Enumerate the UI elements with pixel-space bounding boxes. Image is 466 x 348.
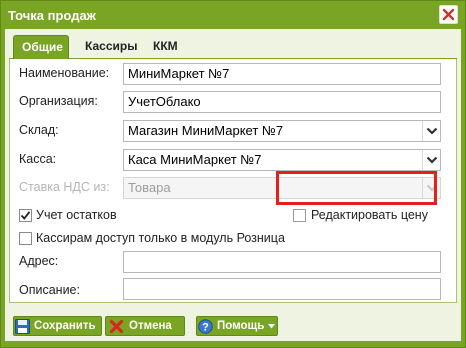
edit-price-checkbox[interactable]: [293, 209, 306, 222]
cashdesk-label: Касса:: [19, 152, 57, 166]
vat-value: Товара: [128, 180, 171, 195]
help-button-label: Помощь: [217, 320, 265, 332]
save-button[interactable]: Сохранить: [13, 316, 102, 336]
description-field[interactable]: [123, 278, 441, 300]
help-question-icon: ?: [198, 317, 213, 335]
dropdown-arrow-icon: [268, 320, 276, 332]
address-field[interactable]: [123, 251, 441, 273]
checkmark-icon: [20, 211, 31, 220]
edit-price-label: Редактировать цену: [311, 208, 428, 222]
cashdesk-value: Каса МиниМаркет №7: [128, 152, 262, 167]
warehouse-select[interactable]: Магазин МиниМаркет №7: [123, 120, 441, 142]
organization-label: Организация:: [19, 94, 98, 108]
tab-kkm[interactable]: ККМ: [145, 35, 186, 59]
tab-strip: Общие Кассиры ККМ: [9, 35, 457, 59]
cancel-button[interactable]: Отмена: [105, 316, 185, 336]
warehouse-label: Склад:: [19, 123, 59, 137]
floppy-disk-icon: [15, 317, 30, 335]
retail-only-checkbox[interactable]: [19, 232, 32, 245]
dialog-title: Точка продаж: [8, 7, 96, 23]
cashdesk-select[interactable]: Каса МиниМаркет №7: [123, 149, 441, 171]
annotation-highlight-box: [276, 171, 437, 205]
close-button[interactable]: [439, 5, 458, 24]
tab-cashiers[interactable]: Кассиры: [77, 35, 145, 59]
address-label: Адрес:: [19, 254, 59, 268]
organization-field[interactable]: УчетОблако: [123, 91, 441, 113]
warehouse-value: Магазин МиниМаркет №7: [128, 123, 284, 138]
description-label: Описание:: [19, 283, 80, 297]
vat-label: Ставка НДС из:: [19, 180, 110, 194]
stock-tracking-label: Учет остатков: [36, 208, 117, 222]
stock-tracking-checkbox[interactable]: [19, 209, 32, 222]
svg-text:?: ?: [202, 321, 209, 333]
chevron-down-icon[interactable]: [422, 121, 440, 141]
chevron-down-icon[interactable]: [422, 150, 440, 170]
save-button-label: Сохранить: [34, 320, 96, 332]
retail-only-label: Кассирам доступ только в модуль Розница: [36, 231, 285, 245]
close-icon: [442, 8, 455, 21]
cancel-x-icon: [107, 317, 125, 335]
cancel-button-label: Отмена: [129, 320, 172, 332]
point-of-sale-dialog: Точка продаж Общие Кассиры ККМ Наименова…: [0, 0, 466, 348]
tab-general[interactable]: Общие: [13, 35, 69, 59]
name-field[interactable]: МиниМаркет №7: [123, 63, 441, 85]
name-label: Наименование:: [19, 66, 110, 80]
help-button[interactable]: ? Помощь: [196, 316, 278, 336]
